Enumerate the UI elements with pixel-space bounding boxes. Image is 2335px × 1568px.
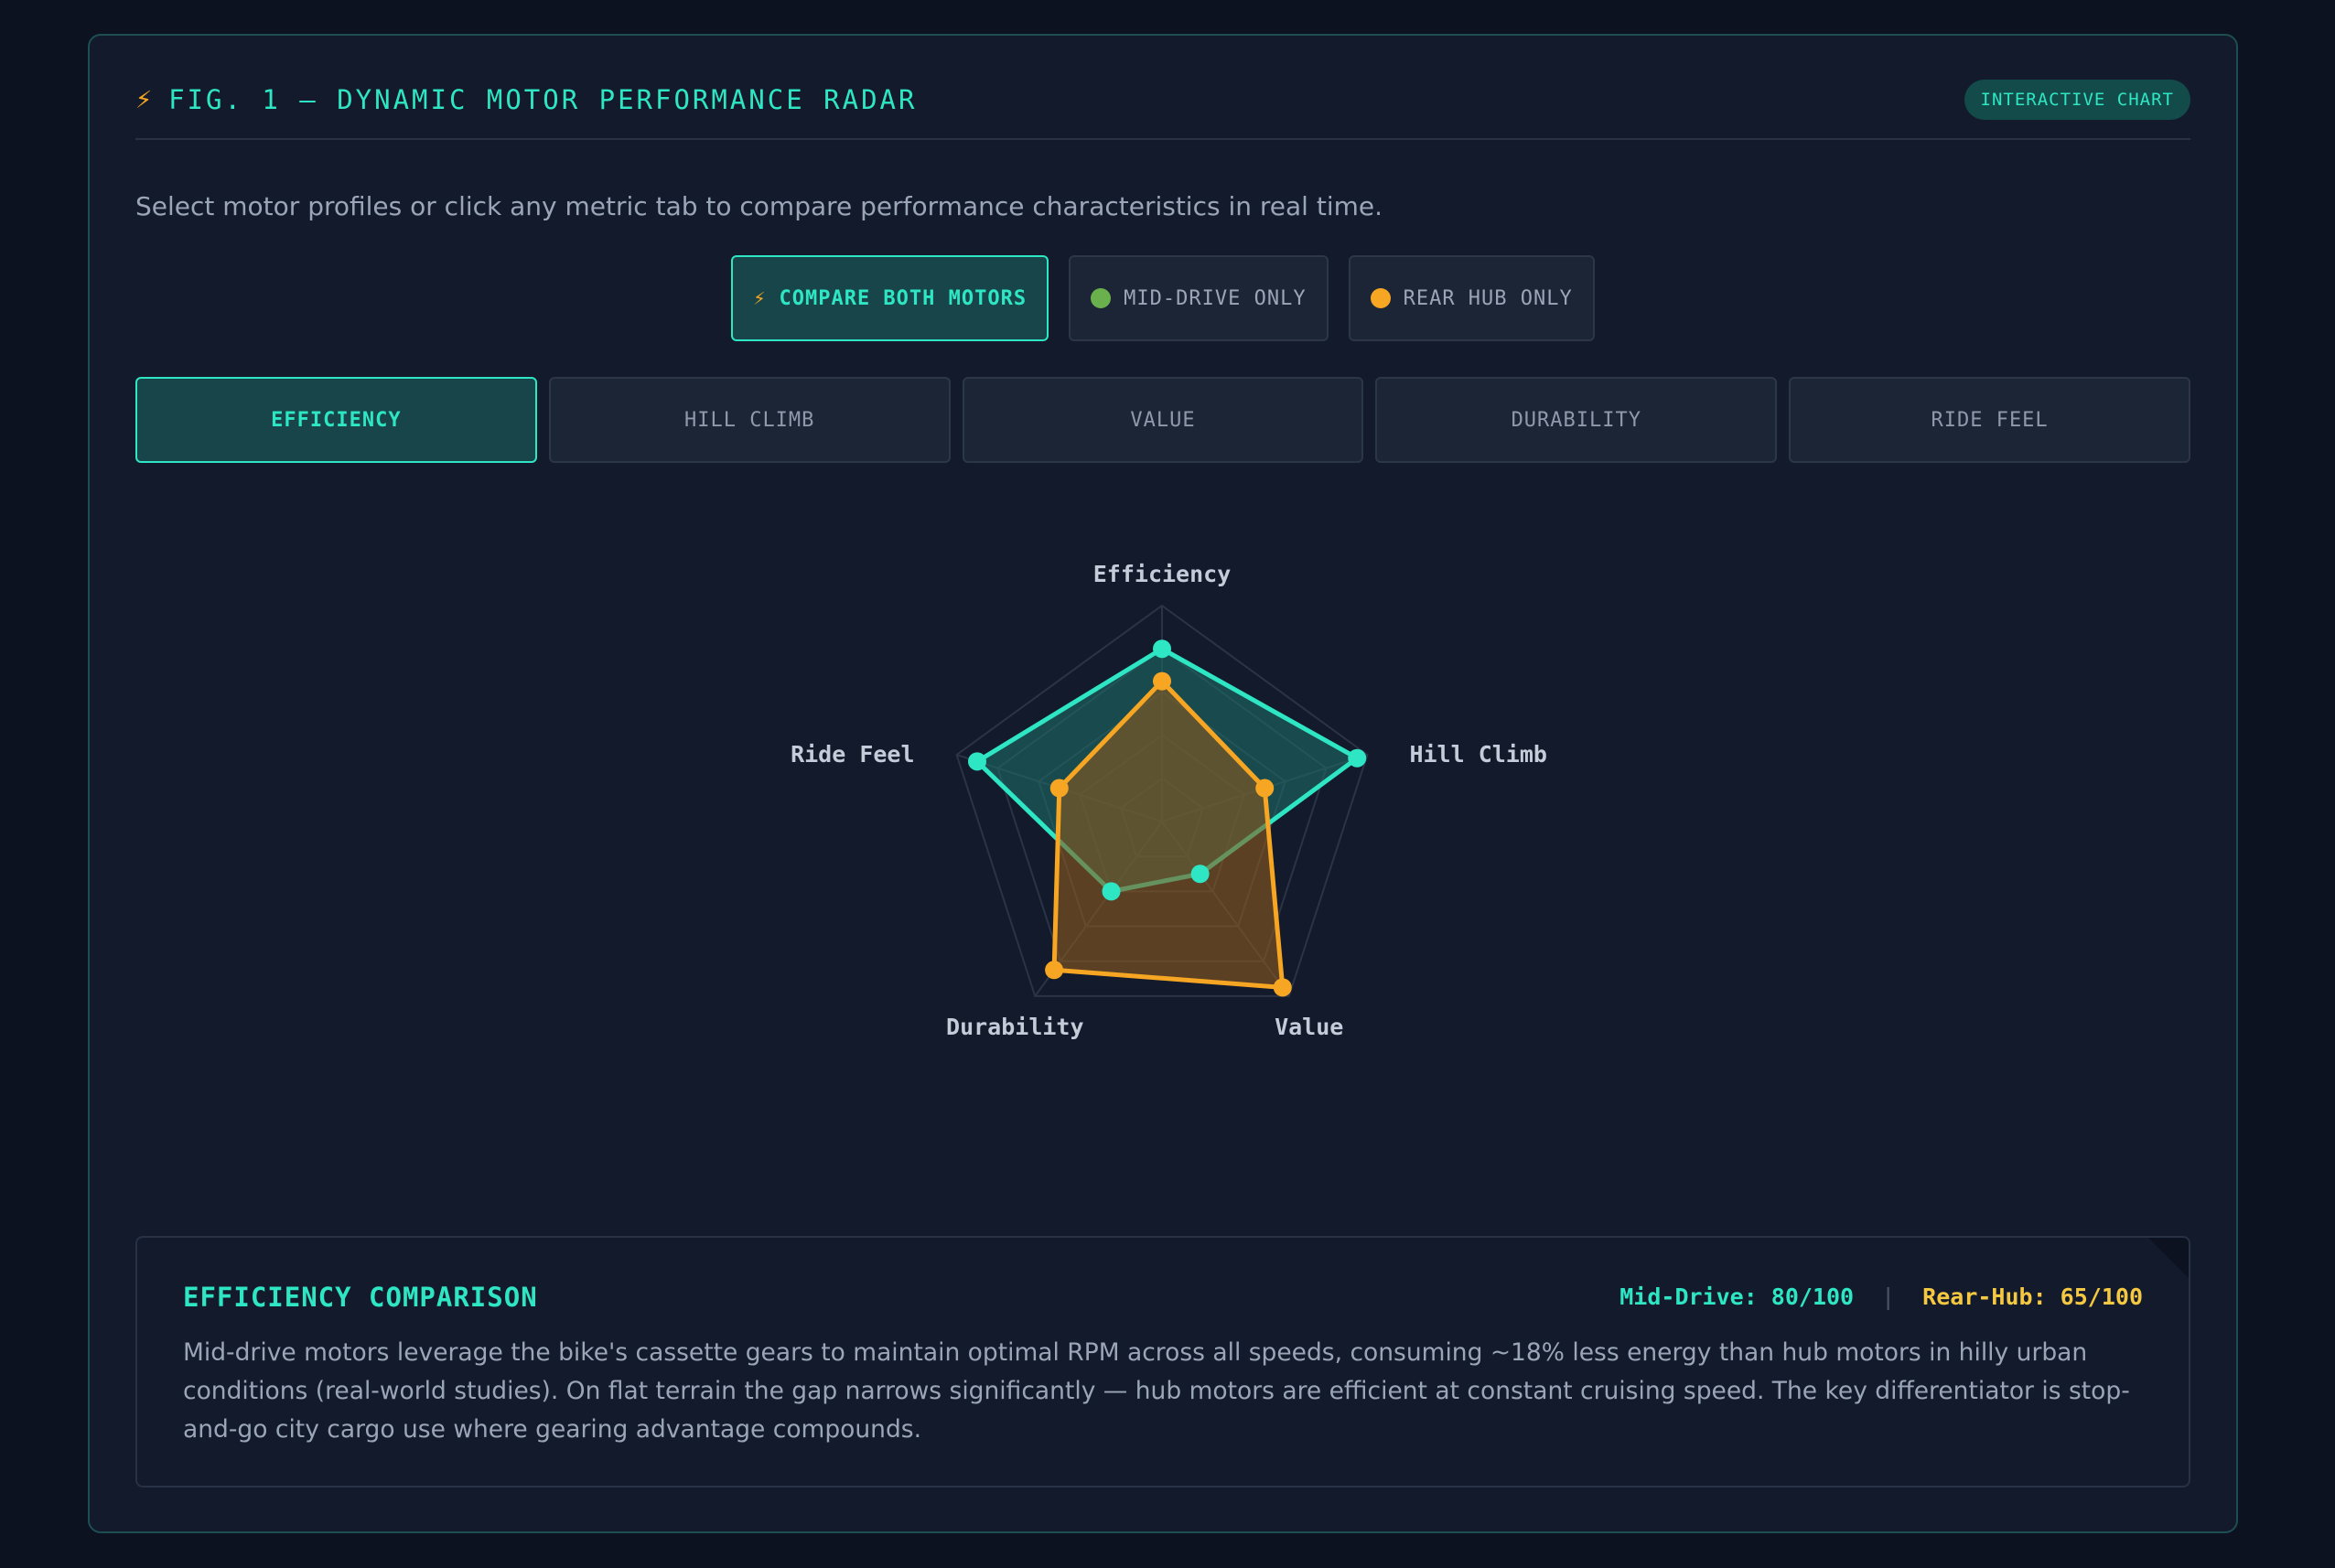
axis-label-durability: Durability xyxy=(946,1014,1084,1040)
card-corner-decoration xyxy=(2148,1238,2189,1278)
tab-value[interactable]: VALUE xyxy=(962,377,1364,463)
info-card-description: Mid-drive motors leverage the bike's cas… xyxy=(183,1338,2130,1444)
metric-info-card: EFFICIENCY COMPARISON Mid-Drive: 80/100 … xyxy=(135,1236,2190,1487)
score-separator: | xyxy=(1881,1283,1896,1310)
compare-both-motors-button[interactable]: ⚡ COMPARE BOTH MOTORS xyxy=(731,255,1049,341)
rear-hub-only-label: REAR HUB ONLY xyxy=(1403,286,1573,310)
rear-hub-point xyxy=(1045,961,1064,980)
figure-title: ⚡ FIG. 1 — DYNAMIC MOTOR PERFORMANCE RAD… xyxy=(135,83,917,115)
axis-label-efficiency: Efficiency xyxy=(1093,561,1232,587)
axis-label-ride-feel: Ride Feel xyxy=(791,741,914,768)
metric-tabs: EFFICIENCY HILL CLIMB VALUE DURABILITY R… xyxy=(135,377,2190,463)
mid-drive-only-button[interactable]: MID-DRIVE ONLY xyxy=(1069,255,1329,341)
figure-title-text: FIG. 1 — DYNAMIC MOTOR PERFORMANCE RADAR xyxy=(168,83,918,115)
mid-drive-point xyxy=(1348,748,1367,768)
mid-drive-point xyxy=(1153,639,1171,659)
mid-drive-point xyxy=(1102,882,1121,901)
tab-ride-feel[interactable]: RIDE FEEL xyxy=(1789,377,2190,463)
rear-hub-point xyxy=(1273,978,1292,997)
lightning-bolt-icon: ⚡ xyxy=(135,83,153,115)
compare-both-motors-label: COMPARE BOTH MOTORS xyxy=(779,286,1028,310)
rear-hub-point xyxy=(1049,779,1069,798)
tab-hill-climb[interactable]: HILL CLIMB xyxy=(548,377,951,463)
motor-profile-selector: ⚡ COMPARE BOTH MOTORS MID-DRIVE ONLY REA… xyxy=(90,255,2236,341)
tab-efficiency[interactable]: EFFICIENCY xyxy=(135,377,537,463)
axis-label-hill-climb: Hill Climb xyxy=(1409,741,1547,768)
score-summary: Mid-Drive: 80/100 | Rear-Hub: 65/100 xyxy=(1619,1283,2143,1310)
mid-drive-dot-icon xyxy=(1091,288,1112,308)
axis-label-value: Value xyxy=(1275,1014,1343,1040)
rear-hub-only-button[interactable]: REAR HUB ONLY xyxy=(1348,255,1595,341)
rear-hub-score: Rear-Hub: 65/100 xyxy=(1922,1283,2143,1310)
mid-drive-only-label: MID-DRIVE ONLY xyxy=(1124,286,1307,310)
rear-hub-point xyxy=(1153,671,1171,691)
mid-drive-point xyxy=(1190,865,1210,884)
lightning-bolt-icon: ⚡ xyxy=(753,286,767,310)
info-card-title: EFFICIENCY COMPARISON xyxy=(183,1282,538,1313)
radar-chart: Efficiency Hill Climb Value Durability Ride … xyxy=(791,561,1547,1040)
mid-drive-score: Mid-Drive: 80/100 xyxy=(1619,1283,1855,1310)
rear-hub-dot-icon xyxy=(1370,288,1391,308)
panel-header: ⚡ FIG. 1 — DYNAMIC MOTOR PERFORMANCE RAD… xyxy=(135,80,2190,140)
rear-hub-point xyxy=(1255,779,1275,798)
tab-durability[interactable]: DURABILITY xyxy=(1375,377,1778,463)
instructions-text: Select motor profiles or click any metri… xyxy=(135,191,1383,221)
mid-drive-point xyxy=(967,752,986,771)
interactive-chart-badge: INTERACTIVE CHART xyxy=(1964,80,2190,120)
